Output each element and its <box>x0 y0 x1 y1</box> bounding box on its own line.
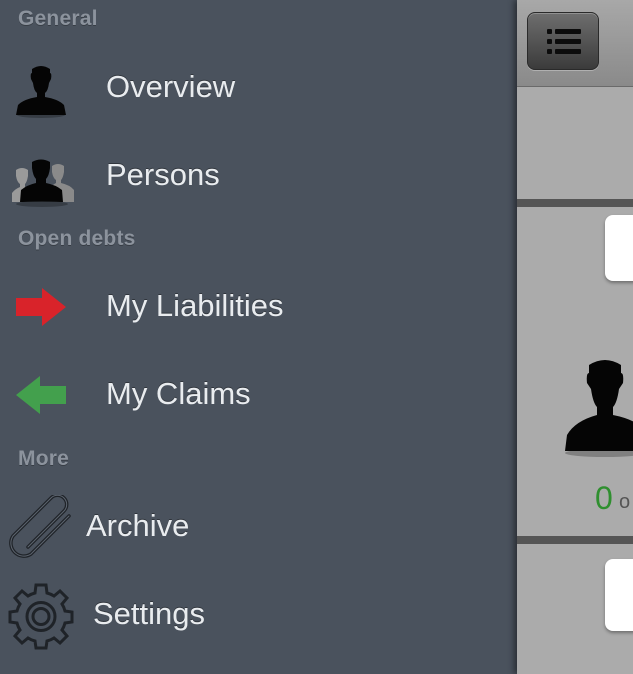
persons-icon <box>12 159 74 207</box>
paperclip-icon <box>9 495 71 558</box>
sidebar-item-label: My Liabilities <box>106 288 284 323</box>
person-icon <box>565 360 633 457</box>
sidebar-item-my-liabilities[interactable]: My Liabilities <box>0 267 517 347</box>
arrow-left-icon <box>16 376 66 414</box>
count-label: o <box>619 491 631 513</box>
gear-icon <box>8 583 74 650</box>
menu-toggle-button[interactable] <box>527 12 599 70</box>
sidebar-item-label: Archive <box>86 508 190 543</box>
person-icon <box>16 66 66 118</box>
sidebar-menu: General Overview Persons Open debts My L… <box>0 0 517 674</box>
divider <box>517 199 633 207</box>
sidebar-item-label: Persons <box>106 157 220 192</box>
section-header-general: General <box>18 7 98 30</box>
arrow-right-icon <box>16 288 66 326</box>
sidebar-item-persons[interactable]: Persons <box>0 136 517 216</box>
content-card[interactable] <box>605 215 633 281</box>
list-icon <box>547 29 581 54</box>
main-panel: 0 o <box>517 0 633 674</box>
section-header-more: More <box>18 447 69 470</box>
sidebar-item-overview[interactable]: Overview <box>0 48 517 128</box>
sidebar-item-label: Overview <box>106 69 236 104</box>
sidebar-item-label: Settings <box>93 596 206 631</box>
navigation-bar <box>517 0 633 87</box>
section-header-open-debts: Open debts <box>18 227 136 250</box>
sidebar-item-label: My Claims <box>106 376 251 411</box>
sidebar-item-settings[interactable]: Settings <box>0 575 517 655</box>
sidebar-item-archive[interactable]: Archive <box>0 487 517 567</box>
content-card[interactable] <box>605 559 633 631</box>
person-count: 0 <box>595 480 613 516</box>
divider <box>517 536 633 544</box>
sidebar-item-my-claims[interactable]: My Claims <box>0 355 517 435</box>
